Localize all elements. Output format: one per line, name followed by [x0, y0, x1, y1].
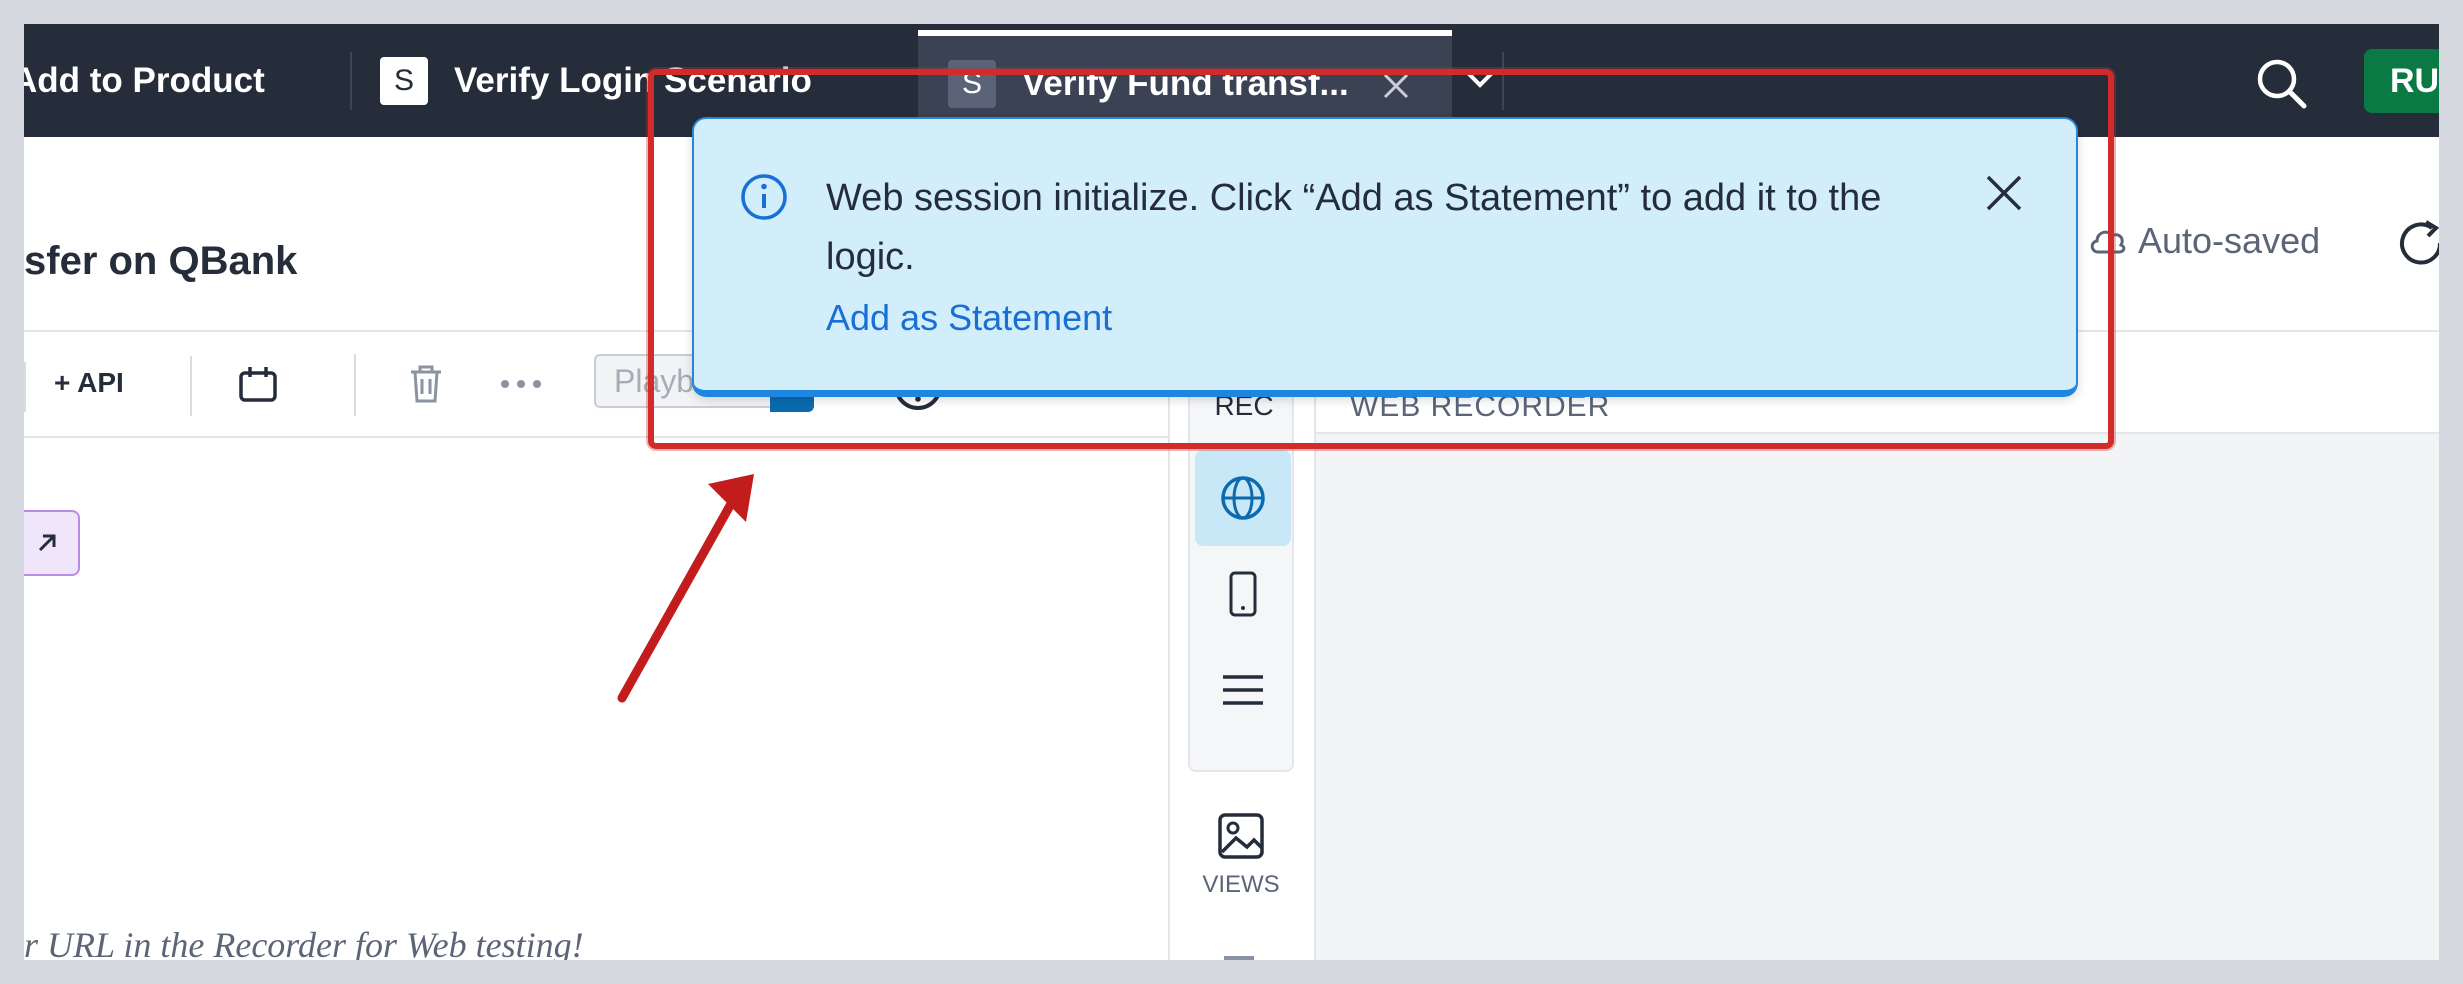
rail-overflow-icon	[1224, 956, 1254, 960]
web-recorder-button[interactable]	[1195, 450, 1291, 546]
menu-icon	[1223, 675, 1263, 705]
image-icon	[1218, 813, 1264, 859]
mobile-recorder-button[interactable]	[1195, 546, 1291, 642]
calendar-icon[interactable]	[238, 364, 278, 404]
web-recorder-panel[interactable]	[1314, 434, 2439, 960]
search-icon[interactable]	[2254, 56, 2310, 112]
app-window: Add to Product S Verify Login Scenario S…	[24, 24, 2439, 960]
annotation-arrow	[617, 474, 754, 703]
toolbar-divider	[190, 356, 192, 416]
tab-divider	[350, 52, 352, 110]
page-title: sfer on QBank	[24, 239, 298, 283]
more-icon[interactable]	[500, 378, 542, 390]
globe-icon	[1221, 476, 1265, 520]
autosave-label: Auto-saved	[2138, 220, 2321, 261]
run-button[interactable]: RU	[2364, 49, 2439, 113]
toolbar-divider	[24, 362, 26, 412]
add-api-button[interactable]: + API	[54, 356, 124, 410]
add-as-statement-link[interactable]: Add as Statement	[826, 297, 1112, 339]
views-button[interactable]: VIEWS	[1188, 812, 1294, 899]
open-external-chip[interactable]	[24, 510, 80, 576]
views-label: VIEWS	[1202, 871, 1280, 898]
refresh-icon[interactable]	[2394, 216, 2439, 270]
toast-message: Web session initialize. Click “Add as St…	[826, 177, 1882, 278]
autosave-status: Auto-saved	[2088, 220, 2320, 262]
external-link-icon	[38, 534, 56, 552]
close-icon[interactable]	[1984, 173, 2024, 213]
scenario-badge-icon: S	[380, 56, 428, 105]
recorder-hint-text: r URL in the Recorder for Web testing!	[24, 925, 584, 960]
tab-add-to-product[interactable]: Add to Product	[24, 24, 265, 137]
info-icon	[741, 174, 787, 220]
tab-label: Add to Product	[24, 60, 265, 100]
notification-toast: Web session initialize. Click “Add as St…	[692, 117, 2078, 397]
menu-button[interactable]	[1195, 642, 1291, 738]
trash-icon[interactable]	[408, 364, 444, 404]
mobile-icon	[1229, 571, 1257, 617]
toolbar-divider	[354, 354, 356, 416]
